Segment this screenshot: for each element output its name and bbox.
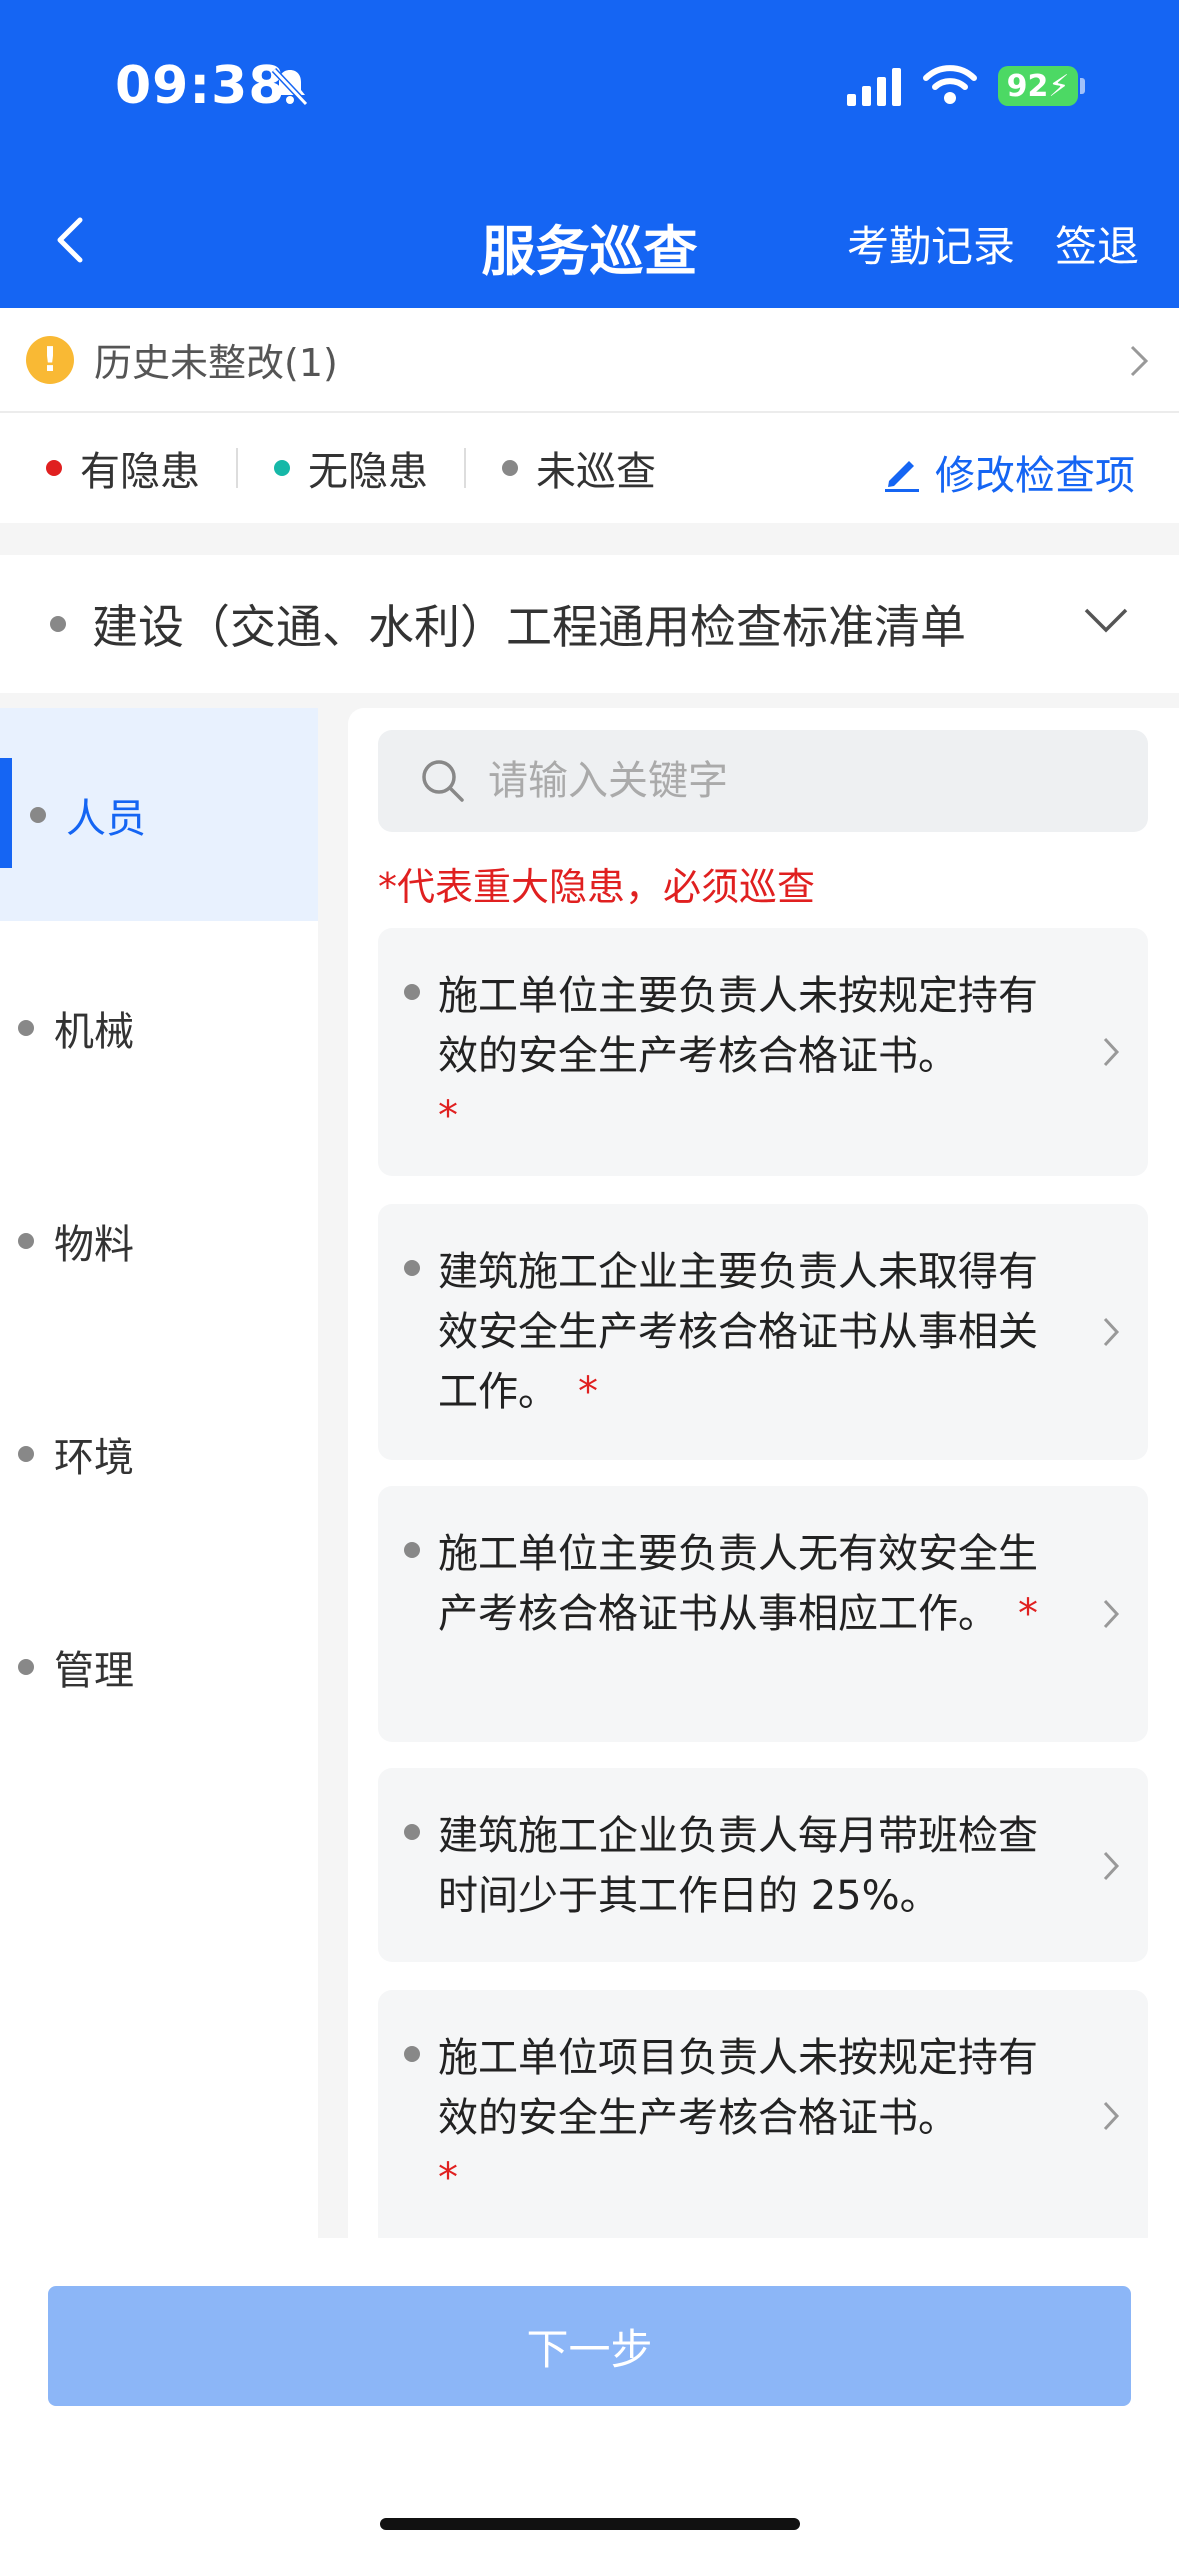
sidebar-item-label: 管理 [54, 1647, 134, 1694]
check-item-card[interactable]: 建筑施工企业负责人每月带班检查时间少于其工作日的 25%。 [378, 1768, 1148, 1962]
gray-dot-icon [502, 460, 518, 476]
chevron-right-icon [1103, 1599, 1120, 1629]
signal-icon [847, 68, 901, 106]
sidebar-item-label: 环境 [54, 1434, 134, 1481]
history-unrectified-bar[interactable]: ! 历史未整改(1) [0, 308, 1179, 413]
major-hazard-star: * [438, 1093, 458, 1139]
nav-actions: 考勤记录 签退 [847, 213, 1139, 274]
history-label: 历史未整改(1) [94, 341, 338, 385]
bullet-icon [404, 2046, 420, 2062]
status-bar: 09:38 92 ⚡ [0, 52, 1179, 122]
check-item-label: 施工单位主要负责人无有效安全生产考核合格证书从事相应工作。 [438, 1531, 1038, 1637]
wifi-icon [923, 65, 977, 104]
bullet-icon [50, 616, 66, 632]
category-sidebar: 人员 机械 物料 环境 管理 [0, 708, 318, 2238]
battery-cap [1080, 78, 1085, 94]
status-legend: 有隐患 无隐患 未巡查 修改检查项 [0, 413, 1179, 523]
sidebar-item-machinery[interactable]: 机械 [0, 921, 318, 1134]
major-hazard-star: * [438, 2155, 458, 2201]
standard-selector[interactable]: 建设（交通、水利）工程通用检查标准清单 [0, 555, 1179, 693]
footer: 下一步 [0, 2238, 1179, 2556]
status-time: 09:38 [115, 56, 286, 116]
signout-link[interactable]: 签退 [1055, 213, 1139, 274]
search-box[interactable] [378, 730, 1148, 832]
bullet-icon [18, 1019, 34, 1036]
legend-not-inspected: 未巡查 [502, 439, 656, 497]
sidebar-item-label: 物料 [54, 1221, 134, 1268]
search-icon [422, 760, 464, 802]
check-item-label: 施工单位项目负责人未按规定持有效的安全生产考核合格证书。 [438, 2035, 1038, 2141]
app-header: 09:38 92 ⚡ 服务巡查 考勤记录 签退 [0, 0, 1179, 308]
check-item-panel: *代表重大隐患，必须巡查 施工单位主要负责人未按规定持有效的安全生产考核合格证书… [348, 708, 1179, 2238]
check-item-text: 建筑施工企业主要负责人未取得有效安全生产考核合格证书从事相关工作。 * [438, 1242, 1058, 1422]
teal-dot-icon [274, 460, 290, 476]
warning-icon: ! [26, 335, 74, 384]
legend-has-hazard: 有隐患 [46, 439, 200, 497]
check-item-card[interactable]: 施工单位项目负责人未按规定持有效的安全生产考核合格证书。 * [378, 1990, 1148, 2238]
bullet-icon [404, 984, 420, 1000]
chevron-right-icon [1103, 1851, 1120, 1881]
chevron-right-icon [1103, 1037, 1120, 1067]
bullet-icon [404, 1260, 420, 1276]
home-indicator [380, 2518, 800, 2530]
nav-bar: 服务巡查 考勤记录 签退 [0, 195, 1179, 285]
check-item-card[interactable]: 建筑施工企业主要负责人未取得有效安全生产考核合格证书从事相关工作。 * [378, 1204, 1148, 1460]
major-hazard-star: * [578, 1369, 598, 1415]
check-item-label: 建筑施工企业负责人每月带班检查时间少于其工作日的 25%。 [438, 1813, 1038, 1919]
bullet-icon [18, 1658, 34, 1675]
bell-muted-icon [271, 67, 309, 107]
sidebar-item-environment[interactable]: 环境 [0, 1347, 318, 1560]
bullet-icon [404, 1824, 420, 1840]
major-hazard-notice: *代表重大隐患，必须巡查 [378, 865, 816, 909]
battery-icon: 92 ⚡ [998, 66, 1078, 106]
check-item-text: 施工单位主要负责人无有效安全生产考核合格证书从事相应工作。 * [438, 1524, 1058, 1644]
legend-no-hazard-label: 无隐患 [308, 449, 428, 495]
check-item-card[interactable]: 施工单位主要负责人未按规定持有效的安全生产考核合格证书。 * [378, 928, 1148, 1176]
check-item-text: 施工单位项目负责人未按规定持有效的安全生产考核合格证书。 * [438, 2028, 1058, 2208]
chevron-down-icon [1084, 608, 1128, 633]
sidebar-item-label: 人员 [66, 795, 146, 842]
check-item-card[interactable]: 施工单位主要负责人无有效安全生产考核合格证书从事相应工作。 * [378, 1486, 1148, 1742]
charging-icon: ⚡ [1048, 68, 1070, 104]
check-item-label: 建筑施工企业主要负责人未取得有效安全生产考核合格证书从事相关工作。 [438, 1249, 1038, 1415]
standard-title: 建设（交通、水利）工程通用检查标准清单 [92, 600, 966, 654]
divider [464, 448, 466, 488]
red-dot-icon [46, 460, 62, 476]
check-item-label: 施工单位主要负责人未按规定持有效的安全生产考核合格证书。 [438, 973, 1038, 1079]
sidebar-item-management[interactable]: 管理 [0, 1560, 318, 1773]
pencil-icon [885, 461, 919, 492]
legend-no-hazard: 无隐患 [274, 439, 428, 497]
chevron-right-icon [1130, 345, 1149, 377]
check-item-text: 施工单位主要负责人未按规定持有效的安全生产考核合格证书。 * [438, 966, 1058, 1146]
legend-not-inspected-label: 未巡查 [536, 449, 656, 495]
bullet-icon [18, 1232, 34, 1249]
battery-level: 92 [1006, 68, 1049, 104]
check-item-text: 建筑施工企业负责人每月带班检查时间少于其工作日的 25%。 [438, 1806, 1058, 1926]
attendance-record-link[interactable]: 考勤记录 [847, 213, 1015, 274]
bullet-icon [18, 1445, 34, 1462]
chevron-right-icon [1103, 1317, 1120, 1347]
chevron-right-icon [1103, 2101, 1120, 2131]
search-input[interactable] [488, 758, 1088, 804]
bullet-icon [404, 1542, 420, 1558]
edit-check-items-label: 修改检查项 [935, 453, 1135, 499]
sidebar-item-materials[interactable]: 物料 [0, 1134, 318, 1347]
divider [236, 448, 238, 488]
legend-has-hazard-label: 有隐患 [80, 449, 200, 495]
edit-check-items-button[interactable]: 修改检查项 [881, 443, 1135, 501]
sidebar-item-personnel[interactable]: 人员 [0, 708, 318, 921]
major-hazard-star: * [1018, 1591, 1038, 1637]
next-step-button[interactable]: 下一步 [48, 2286, 1131, 2406]
bullet-icon [30, 806, 46, 823]
sidebar-item-label: 机械 [54, 1008, 134, 1055]
